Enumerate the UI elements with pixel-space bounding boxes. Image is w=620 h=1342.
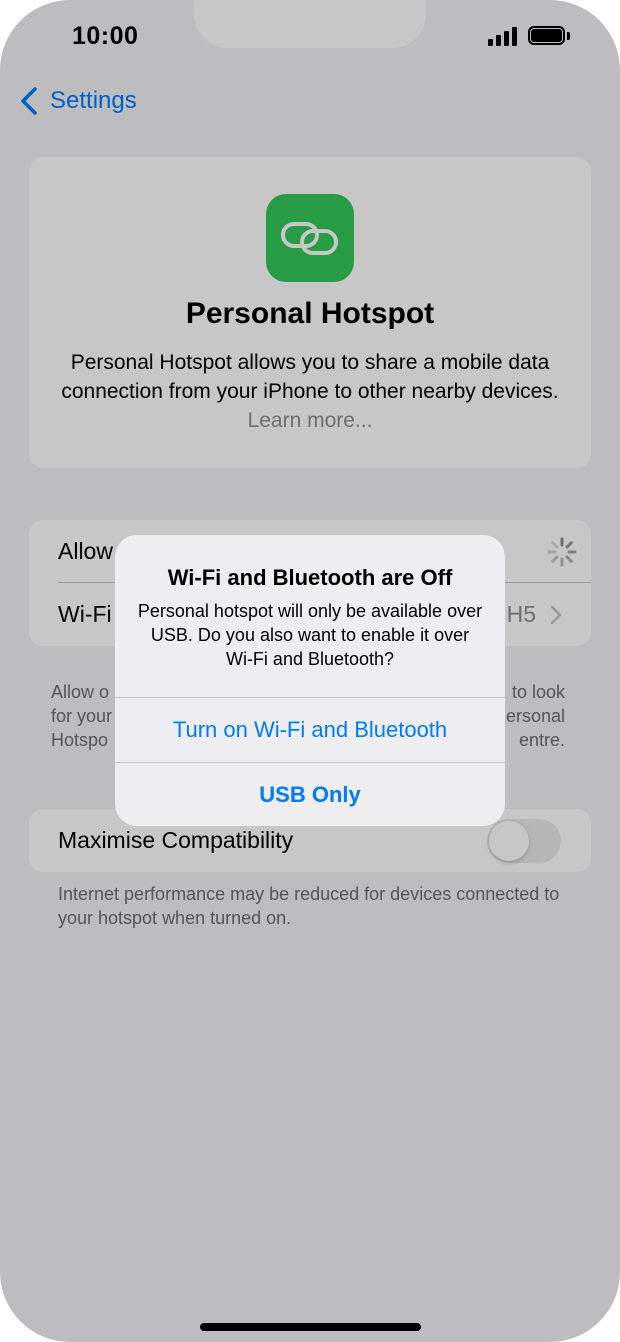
home-indicator[interactable] [200, 1323, 421, 1331]
alert-message: Personal hotspot will only be available … [137, 601, 483, 669]
phone-screen: 10:00 Settings Personal Hotspot Personal… [0, 0, 620, 1342]
alert-dialog: Wi-Fi and Bluetooth are Off Personal hot… [115, 535, 505, 826]
turn-on-wifi-bluetooth-button[interactable]: Turn on Wi-Fi and Bluetooth [115, 698, 505, 761]
usb-only-button[interactable]: USB Only [115, 763, 505, 826]
alert-title: Wi-Fi and Bluetooth are Off [167, 565, 453, 590]
